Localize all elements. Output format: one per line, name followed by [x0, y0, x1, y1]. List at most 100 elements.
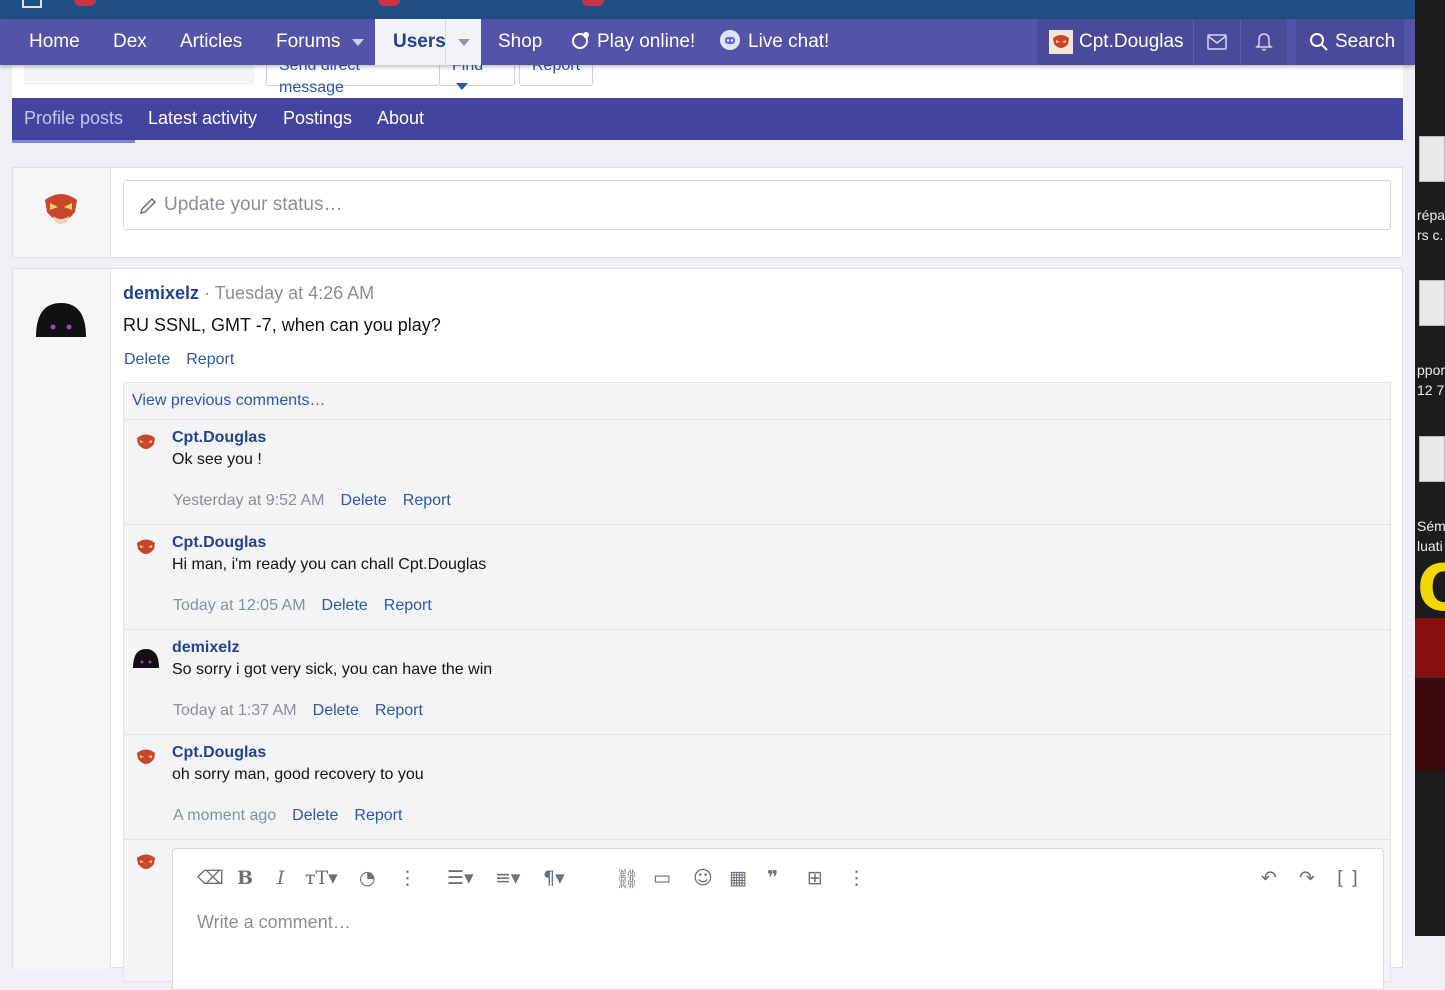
comment-author[interactable]: Cpt.Douglas [172, 534, 266, 552]
thumbnail [1419, 136, 1445, 182]
avatar[interactable] [34, 299, 88, 339]
table-icon[interactable]: ⊞ [807, 867, 823, 889]
nav-dex[interactable]: Dex [113, 19, 147, 65]
avatar [45, 194, 77, 224]
delete-comment-link[interactable]: Delete [313, 702, 359, 719]
comment-author[interactable]: demixelz [172, 639, 240, 657]
comments-list: View previous comments… Cpt.Douglas Ok s… [123, 382, 1391, 990]
smiley-icon[interactable]: ☺ [693, 867, 713, 889]
more-icon[interactable]: ⋮ [398, 867, 417, 889]
image-icon[interactable]: ▭ [653, 867, 671, 889]
chevron-down-icon [456, 83, 468, 90]
grid-icon[interactable] [22, 0, 42, 8]
eraser-icon[interactable]: ⌫ [197, 867, 224, 889]
redo-icon[interactable]: ↷ [1299, 867, 1315, 889]
comment-text: Ok see you ! [172, 451, 262, 468]
play-online-icon [572, 32, 589, 49]
nav-home[interactable]: Home [29, 19, 80, 65]
comment: Cpt.Douglas oh sorry man, good recovery … [124, 734, 1390, 840]
report-comment-link[interactable]: Report [403, 492, 451, 509]
favicon-icon [74, 0, 96, 6]
report-comment-link[interactable]: Report [384, 597, 432, 614]
favicon-icon [378, 0, 400, 6]
favicon-icon [582, 0, 604, 6]
undo-icon[interactable]: ↶ [1261, 867, 1277, 889]
nav-username: Cpt.Douglas [1079, 31, 1184, 52]
alerts-button[interactable] [1240, 19, 1287, 65]
avatar [1049, 30, 1073, 54]
profile-header: Send direct message Find Report [12, 55, 1403, 98]
inbox-button[interactable] [1193, 19, 1240, 65]
tab-postings[interactable]: Postings [283, 98, 352, 140]
search-icon [1310, 33, 1328, 51]
search-button[interactable]: Search [1296, 19, 1404, 65]
comment-time[interactable]: A moment ago [173, 807, 276, 824]
comment-author[interactable]: Cpt.Douglas [172, 429, 266, 447]
link-icon[interactable]: ⛓ [615, 867, 639, 890]
thumbnail [1419, 280, 1445, 326]
report-comment-link[interactable]: Report [354, 807, 402, 824]
avatar[interactable] [134, 430, 158, 454]
comment-placeholder[interactable]: Write a comment… [197, 912, 351, 933]
view-previous-comments-link[interactable]: View previous comments… [132, 392, 326, 410]
chevron-down-icon[interactable] [458, 39, 470, 46]
search-label: Search [1335, 31, 1396, 52]
fullscreen-icon[interactable]: [ ] [1337, 867, 1358, 889]
bold-icon[interactable]: B [237, 867, 253, 889]
comment-time[interactable]: Today at 1:37 AM [173, 702, 297, 719]
side-text: rs c. [1417, 227, 1444, 243]
profile-tabs: Profile posts Latest activity Postings A… [12, 98, 1403, 143]
tab-profile-posts[interactable]: Profile posts [12, 98, 136, 143]
nav-play-online[interactable]: Play online! [571, 19, 695, 65]
avatar[interactable] [132, 646, 160, 670]
side-text: ppor [1417, 362, 1445, 378]
comment-time[interactable]: Yesterday at 9:52 AM [173, 492, 325, 509]
profile-header-fade [24, 65, 254, 85]
nav-articles[interactable]: Articles [180, 19, 242, 65]
nav-users[interactable]: Users [375, 19, 481, 65]
report-comment-link[interactable]: Report [375, 702, 423, 719]
nav-forums[interactable]: Forums [276, 19, 340, 65]
comment-editor: ⌫ B I тT▾ ◔ ⋮ ☰▾ ≡▾ ¶▾ ⛓ ▭ ☺ ▦ ❞ ⊞ ⋮ ↶ ↷… [172, 848, 1384, 990]
avatar[interactable] [134, 535, 158, 559]
more-icon[interactable]: ⋮ [847, 867, 866, 889]
status-update-block: Update your status… [12, 167, 1403, 258]
quote-icon[interactable]: ❞ [767, 867, 778, 889]
media-icon[interactable]: ▦ [729, 867, 747, 889]
paragraph-icon[interactable]: ¶▾ [543, 867, 565, 889]
tab-about[interactable]: About [377, 98, 424, 140]
italic-icon[interactable]: I [277, 867, 285, 889]
nav-live-chat[interactable]: Live chat! [720, 19, 829, 65]
delete-post-link[interactable]: Delete [124, 351, 170, 368]
list-icon[interactable]: ☰▾ [447, 867, 474, 889]
comment: demixelz So sorry i got very sick, you c… [124, 629, 1390, 735]
nav-play-online-label: Play online! [597, 31, 696, 52]
nav-users-label: Users [393, 31, 446, 52]
post-time[interactable]: Tuesday at 4:26 AM [215, 283, 374, 303]
delete-comment-link[interactable]: Delete [292, 807, 338, 824]
palette-icon[interactable]: ◔ [359, 867, 376, 889]
comment-author[interactable]: Cpt.Douglas [172, 744, 266, 762]
separator: · [199, 283, 215, 303]
browser-toolbar [0, 0, 1415, 19]
nav-live-chat-label: Live chat! [748, 31, 830, 52]
post-author[interactable]: demixelz [123, 283, 199, 303]
side-text: 12 7. [1417, 382, 1445, 398]
chevron-down-icon [352, 39, 364, 46]
nav-shop[interactable]: Shop [498, 19, 542, 65]
post-header: demixelz · Tuesday at 4:26 AM [123, 283, 374, 304]
side-graphic [1415, 618, 1445, 678]
comment-time[interactable]: Today at 12:05 AM [173, 597, 306, 614]
tab-latest-activity[interactable]: Latest activity [148, 98, 257, 140]
nav-user-menu[interactable]: Cpt.Douglas [1037, 19, 1193, 65]
pencil-icon [139, 197, 157, 215]
delete-comment-link[interactable]: Delete [341, 492, 387, 509]
delete-comment-link[interactable]: Delete [322, 597, 368, 614]
avatar[interactable] [134, 745, 158, 769]
main-nav: Home Dex Articles Forums Users Shop Play… [0, 19, 1415, 65]
text-size-icon[interactable]: тT▾ [305, 867, 338, 889]
status-input[interactable]: Update your status… [123, 180, 1391, 230]
align-icon[interactable]: ≡▾ [495, 867, 520, 889]
report-post-link[interactable]: Report [186, 351, 234, 368]
forums-dropdown[interactable] [341, 19, 377, 65]
